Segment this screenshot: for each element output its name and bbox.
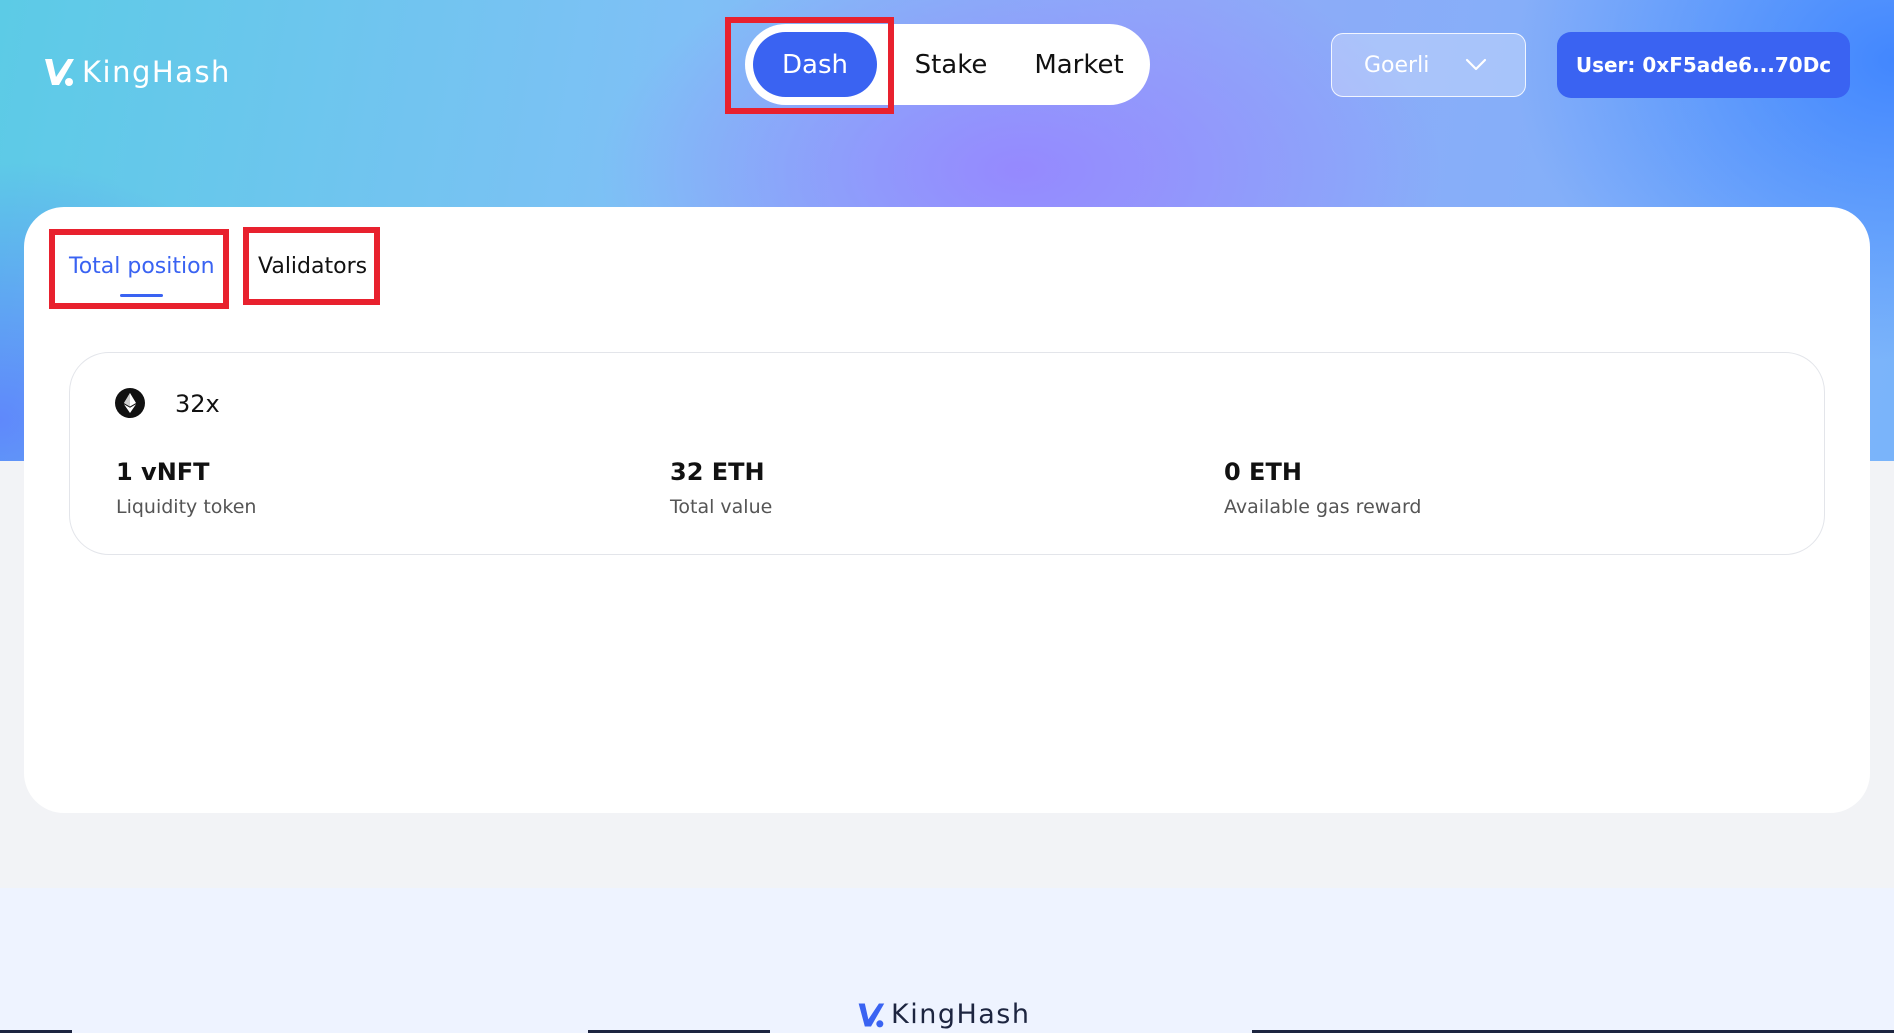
nav-market[interactable]: Market	[1025, 24, 1133, 105]
stat-liquidity-token-label: Liquidity token	[116, 496, 257, 518]
position-card	[69, 352, 1825, 555]
footer-logo[interactable]: KingHash	[856, 999, 1031, 1030]
active-tab-indicator	[120, 294, 163, 297]
user-account-button[interactable]: User: 0xF5ade6...70Dc	[1557, 32, 1850, 98]
ethereum-icon	[115, 388, 145, 418]
stat-gas-reward-label: Available gas reward	[1224, 496, 1422, 518]
tab-validators[interactable]: Validators	[258, 254, 367, 279]
kinghash-logo-icon	[858, 1003, 885, 1027]
brand-name: KingHash	[82, 55, 231, 89]
stat-total-value-value: 32 ETH	[670, 458, 765, 486]
tab-total-position[interactable]: Total position	[69, 254, 215, 279]
brand-logo[interactable]: KingHash	[42, 54, 231, 90]
nav-stake[interactable]: Stake	[903, 24, 999, 105]
footer-brand-name: KingHash	[891, 999, 1031, 1030]
network-selected-label: Goerli	[1364, 52, 1430, 78]
nav-dash[interactable]: Dash	[753, 32, 877, 97]
stat-gas-reward-value: 0 ETH	[1224, 458, 1302, 486]
network-select[interactable]: Goerli	[1331, 33, 1526, 97]
stat-liquidity-token-value: 1 vNFT	[116, 458, 210, 486]
chevron-down-icon	[1466, 58, 1487, 71]
position-multiplier: 32x	[175, 390, 220, 418]
kinghash-logo-icon	[45, 59, 74, 86]
main-nav: Dash Stake Market	[745, 24, 1150, 105]
stat-total-value-label: Total value	[670, 496, 773, 518]
